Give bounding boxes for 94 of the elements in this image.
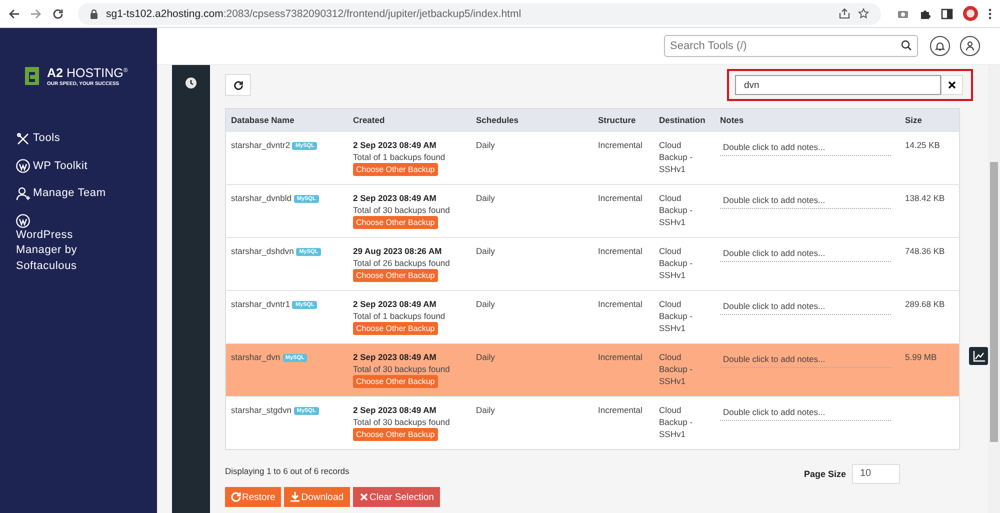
table-cell: Incremental (593, 344, 654, 396)
table-cell: Cloud Backup - SSHv1 (654, 396, 715, 450)
refresh-icon (232, 80, 244, 90)
page-size-field[interactable]: 10 (852, 464, 900, 484)
created-date: 2 Sep 2023 08:49 AM (353, 351, 438, 363)
created-date: 2 Sep 2023 08:49 AM (353, 139, 438, 151)
sidebar-item[interactable]: WP Toolkit (16, 158, 108, 174)
clock-icon[interactable] (185, 77, 197, 89)
scrollbar-thumb[interactable] (990, 162, 998, 442)
notifications-button[interactable] (930, 36, 950, 56)
backup-count: Total of 1 backups found (353, 310, 446, 322)
table-cell: Incremental (593, 396, 654, 450)
database-name: starshar_dvn (231, 352, 280, 362)
database-name: starshar_dshdvn (231, 246, 294, 256)
database-name: starshar_dvnbld (231, 193, 292, 203)
table-cell: Incremental (593, 184, 654, 238)
table-cell: Cloud Backup - SSHv1 (654, 344, 715, 396)
sidebar-item[interactable]: WordPress Manager by Softaculous (16, 214, 108, 274)
stats-button[interactable] (969, 347, 988, 365)
filter-field[interactable]: dvn (735, 75, 941, 95)
tools-icon (16, 132, 30, 146)
clear-button[interactable]: Clear Selection (352, 487, 440, 507)
scrollbar[interactable] (988, 65, 1000, 513)
table-cell: Daily (471, 184, 593, 238)
column-header[interactable]: Size (900, 108, 960, 132)
table-cell: Daily (471, 344, 593, 396)
chart-icon (972, 350, 984, 362)
column-header[interactable]: Notes (715, 108, 900, 132)
clear-button[interactable] (941, 75, 963, 95)
more-icon[interactable] (988, 8, 992, 20)
table-cell: Daily (471, 132, 593, 184)
puzzle-icon[interactable] (919, 8, 931, 20)
backup-count: Total of 30 backups found (353, 416, 451, 428)
brand-name: A2 HOSTING$^{®}$ (47, 66, 128, 81)
share-icon[interactable] (839, 8, 850, 19)
refresh-button[interactable] (225, 74, 251, 96)
url-text: sg1-ts102.a2hosting.com:2083/cpsess7382090312/frontend/jupiter/jetbackup5/index.html (106, 8, 522, 20)
records-info: Displaying 1 to 6 out of 6 records (225, 466, 350, 476)
notes-field[interactable]: Double click to add notes... (720, 298, 891, 315)
sidebar-icon[interactable] (941, 8, 953, 20)
database-name: starshar_dvntr1 (231, 299, 290, 309)
close-icon (948, 81, 956, 89)
wordpress-icon (16, 214, 30, 228)
table-cell: 5.99 MB (905, 352, 937, 362)
table-cell: Cloud Backup - SSHv1 (654, 184, 715, 238)
table-cell: Incremental (593, 132, 654, 184)
table-cell: 138.42 KB (905, 193, 945, 203)
column-header[interactable]: Structure (593, 108, 654, 132)
reload-icon[interactable] (52, 8, 64, 20)
created-date: 2 Sep 2023 08:49 AM (353, 192, 438, 204)
database-name: starshar_stgdvn (231, 405, 292, 415)
backup-count: Total of 30 backups found (353, 363, 451, 375)
forward-icon[interactable] (30, 8, 42, 20)
bell-icon (935, 41, 945, 51)
table-cell: 14.25 KB (905, 140, 940, 150)
notes-field[interactable]: Double click to add notes... (720, 245, 891, 262)
download-icon (290, 492, 300, 502)
avatar-icon[interactable] (963, 6, 978, 21)
column-header[interactable]: Destination (654, 108, 715, 132)
created-date: 2 Sep 2023 08:49 AM (353, 298, 438, 310)
sidebar-item[interactable]: Tools (16, 131, 108, 146)
column-header[interactable]: Created (348, 108, 471, 132)
lock-icon (90, 8, 98, 18)
table-cell: 289.68 KB (905, 299, 945, 309)
search-icon[interactable] (901, 40, 912, 51)
table-cell: Daily (471, 396, 593, 450)
wordpress-icon (16, 159, 30, 174)
refresh-icon (231, 492, 241, 502)
table-cell: Incremental (593, 238, 654, 290)
table-cell: Cloud Backup - SSHv1 (654, 132, 715, 184)
column-header[interactable]: Schedules (471, 108, 593, 132)
search-field[interactable]: Search Tools (/) (664, 35, 918, 57)
back-icon[interactable] (8, 8, 20, 20)
page-size-label: Page Size (804, 469, 846, 479)
created-date: 2 Sep 2023 08:49 AM (353, 404, 438, 416)
address-bar[interactable]: sg1-ts102.a2hosting.com:2083/cpsess7382090312/frontend/jupiter/jetbackup5/index.html (78, 2, 881, 24)
notes-field[interactable]: Double click to add notes... (720, 192, 891, 209)
notes-field[interactable]: Double click to add notes... (720, 404, 891, 421)
column-header[interactable]: Database Name (226, 108, 348, 132)
backup-count: Total of 26 backups found (353, 257, 451, 269)
table-cell: 748.36 KB (905, 246, 945, 256)
team-icon (16, 186, 30, 201)
user-icon (965, 41, 975, 51)
star-icon[interactable] (858, 8, 869, 19)
user-button[interactable] (960, 36, 980, 56)
notes-field[interactable]: Double click to add notes... (720, 139, 891, 156)
created-date: 29 Aug 2023 08:26 AM (353, 245, 443, 257)
sidebar-item[interactable]: Manage Team (16, 186, 108, 202)
database-name: starshar_dvntr2 (231, 140, 290, 150)
close-icon (358, 492, 369, 502)
table-cell: Daily (471, 238, 593, 290)
backup-count: Total of 1 backups found (353, 151, 446, 163)
backup-count: Total of 30 backups found (353, 204, 451, 216)
table-cell: Cloud Backup - SSHv1 (654, 238, 715, 290)
